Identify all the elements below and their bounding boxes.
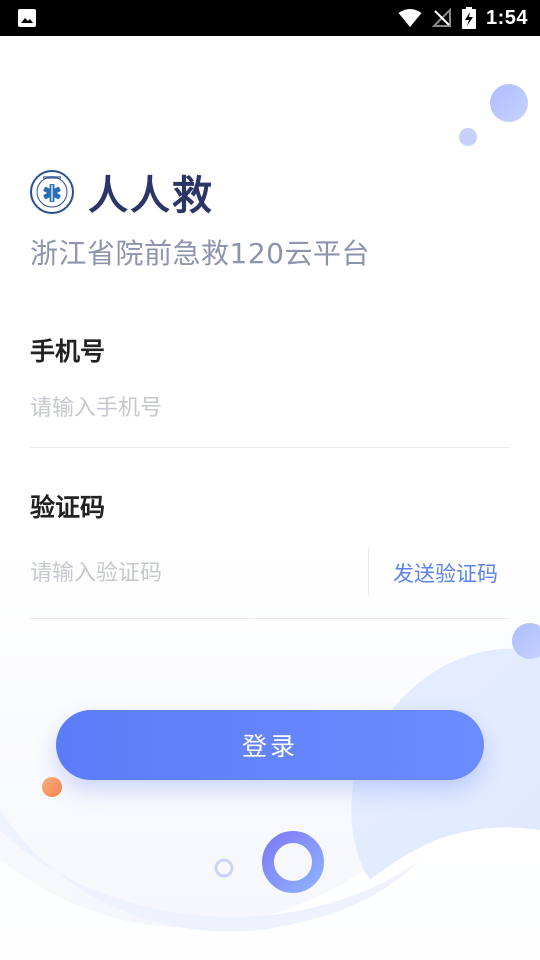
- no-signal-icon: [431, 8, 451, 27]
- image-notification-icon: [18, 9, 36, 27]
- app-name: 人人救: [88, 173, 214, 219]
- clock-time: 1:54: [485, 6, 528, 29]
- battery-charging-icon: [461, 7, 476, 29]
- code-divider: [30, 618, 510, 619]
- code-separator: [368, 548, 369, 596]
- send-code-button[interactable]: 发送验证码: [393, 558, 498, 588]
- wifi-icon: [398, 9, 422, 27]
- app-header: 人人救: [30, 168, 214, 219]
- phone-divider: [30, 447, 510, 448]
- login-button[interactable]: 登录: [56, 710, 484, 780]
- emergency-center-logo-icon: [30, 170, 74, 214]
- phone-label: 手机号: [30, 337, 106, 366]
- phone-input[interactable]: [30, 390, 500, 426]
- app-subtitle: 浙江省院前急救120云平台: [30, 237, 370, 270]
- verification-code-input[interactable]: [30, 555, 350, 591]
- code-label: 验证码: [30, 493, 106, 522]
- status-bar: 1:54: [0, 0, 540, 36]
